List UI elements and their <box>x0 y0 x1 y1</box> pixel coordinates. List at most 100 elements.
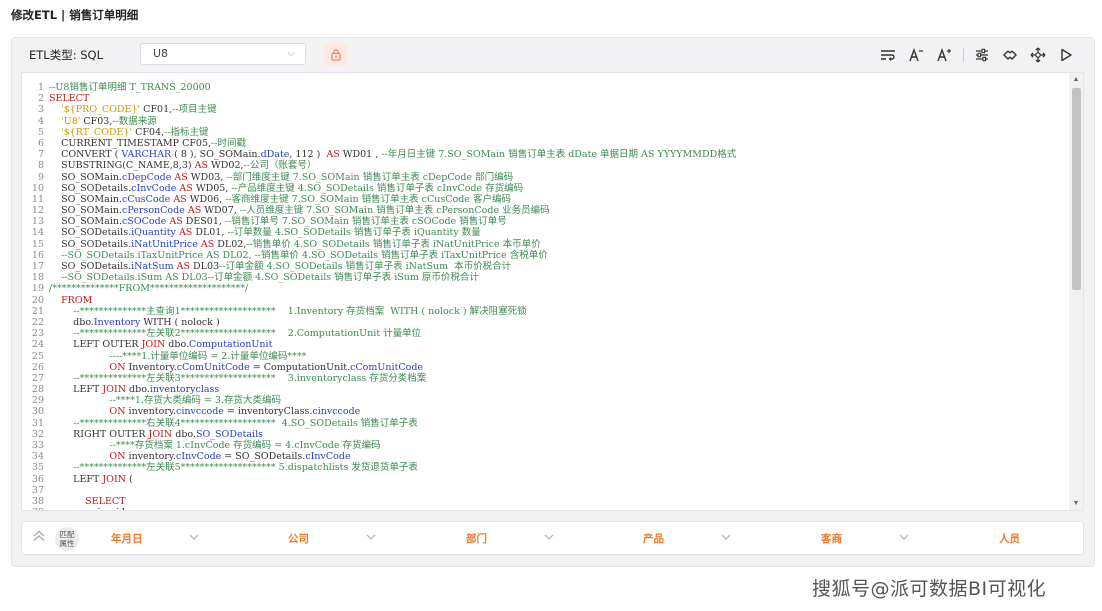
code-line[interactable]: 37 <box>22 485 1067 496</box>
code-line[interactable]: 4 'U8' CF03,--数据来源 <box>22 116 1067 127</box>
line-number: 28 <box>31 384 44 396</box>
code-line[interactable]: 30 ON inventory.cinvccode = inventoryCla… <box>22 406 1067 417</box>
code-line[interactable]: 2 SELECT <box>22 93 1067 104</box>
chevron-down-icon[interactable] <box>366 532 376 544</box>
sql-code[interactable]: 1 --U8销售订单明细 T_TRANS_20000 2 SELECT 3 '${PRO… <box>22 82 1067 510</box>
code-line[interactable]: 36 LEFT JOIN ( <box>22 474 1067 485</box>
field-2[interactable]: 部门 <box>466 522 487 556</box>
link-icon[interactable] <box>1001 46 1019 64</box>
line-number: 13 <box>31 216 44 228</box>
code-token: --指标主键 <box>164 126 209 138</box>
code-line[interactable]: 24 LEFT OUTER JOIN dbo.ComputationUnit <box>22 339 1067 350</box>
code-line[interactable]: 29 --****1.存货大类编码 = 3.存货大类编码 <box>22 395 1067 406</box>
sql-editor[interactable]: 1 --U8销售订单明细 T_TRANS_20000 2 SELECT 3 '${PRO… <box>21 72 1084 511</box>
line-number: 1 <box>37 82 44 93</box>
code-token: DL03 <box>190 261 220 272</box>
field-5[interactable]: 人员 <box>999 522 1020 556</box>
settings-icon[interactable] <box>973 46 991 64</box>
code-line[interactable]: 34 ON inventory.cInvCode = SO_SODetails.… <box>22 451 1067 462</box>
code-line[interactable]: 15 SO_SODetails.iNatUnitPrice AS DL02,--… <box>22 239 1067 250</box>
code-line[interactable]: 12 SO_SOMain.cPersonCode AS WD07, --人员维度… <box>22 205 1067 216</box>
run-icon[interactable] <box>1057 46 1075 64</box>
code-line[interactable]: 14 SO_SODetails.iQuantity AS DL01, --订单数… <box>22 227 1067 238</box>
code-line[interactable]: 11 SO_SOMain.cCusCode AS WD06, --客商维度主键 … <box>22 194 1067 205</box>
format-icon[interactable] <box>879 46 897 64</box>
code-token: --U8销售订单明细 T_TRANS_20000 <box>49 82 211 93</box>
code-token: cinvccode <box>312 406 361 418</box>
code-line[interactable]: 39 isosid, <box>22 507 1067 510</box>
code-line[interactable]: 16 --SO_SODetails.iTaxUnitPrice AS DL02,… <box>22 250 1067 261</box>
code-token: dbo. <box>172 428 196 440</box>
page-title: 修改ETL | 销售订单明细 <box>11 8 139 22</box>
field-1[interactable]: 公司 <box>288 522 309 556</box>
code-token: --公司（账套号） <box>243 160 317 172</box>
code-line[interactable]: 22 dbo.Inventory WITH ( nolock ) <box>22 317 1067 328</box>
code-token: inventoryclass <box>149 384 220 396</box>
code-line[interactable]: 26 ON Inventory.cComUnitCode = Computati… <box>22 362 1067 373</box>
field-4[interactable]: 客商 <box>821 522 842 556</box>
field-filter-bar: 匹配属性 年月日 公司 部门 产品 客商 人员 <box>21 521 1084 555</box>
move-icon[interactable] <box>1029 46 1047 64</box>
scroll-thumb[interactable] <box>1072 88 1081 290</box>
code-token: SO_SOMain. <box>49 216 122 228</box>
line-number: 10 <box>31 182 44 194</box>
code-line[interactable]: 20 FROM <box>22 295 1067 306</box>
code-line[interactable]: 19 /**************FROM*******************… <box>22 283 1067 294</box>
code-line[interactable]: 5 '${RT_CODE}' CF04,--指标主键 <box>22 127 1067 138</box>
field-0[interactable]: 年月日 <box>111 522 143 556</box>
code-line[interactable]: 33 --****存货档案 1.cInvCode 存货编码 = 4.cInvCo… <box>22 440 1067 451</box>
chevron-down-icon[interactable] <box>544 532 554 544</box>
code-token: AS <box>173 193 187 205</box>
code-line[interactable]: 35 --**************左关联5*****************… <box>22 462 1067 473</box>
chevron-down-icon: ⌵ <box>287 48 295 59</box>
code-line[interactable]: 25 ----****1.计量单位编码 = 2.计量单位编码**** <box>22 351 1067 362</box>
code-line[interactable]: 13 SO_SOMain.cSOCode AS DES01, --销售订单号 7… <box>22 216 1067 227</box>
code-line[interactable]: 17 SO_SODetails.iNatSum AS DL03--订单金额 4.… <box>22 261 1067 272</box>
collapse-up-icon[interactable] <box>32 530 46 545</box>
code-line[interactable]: 21 --**************主查询1*****************… <box>22 306 1067 317</box>
font-increase-icon[interactable] <box>935 46 953 64</box>
code-token: DES01, <box>182 216 225 228</box>
code-token: cPersonCode <box>122 205 185 217</box>
code-line[interactable]: 9 SO_SOMain.cDepCode AS WD03, --部门维度主键 7… <box>22 172 1067 183</box>
match-attributes-button[interactable]: 匹配属性 <box>55 527 79 551</box>
field-3[interactable]: 产品 <box>643 522 664 556</box>
code-token: cInvCode <box>131 182 177 194</box>
code-line[interactable]: 23 --**************左关联2*****************… <box>22 328 1067 339</box>
chevron-down-icon[interactable] <box>189 532 199 544</box>
code-line[interactable]: 10 SO_SODetails.cInvCode AS WD05, --产品维度… <box>22 183 1067 194</box>
scroll-down-icon[interactable]: ▼ <box>1072 500 1080 507</box>
editor-scrollbar[interactable]: ▲ ▼ <box>1069 73 1083 510</box>
code-line[interactable]: 27 --**************左关联3*****************… <box>22 373 1067 384</box>
code-token: AS <box>187 205 202 217</box>
lock-button[interactable] <box>324 43 347 66</box>
chevron-down-icon[interactable] <box>721 532 731 544</box>
code-line[interactable]: 6 CURRENT_TIMESTAMP CF05,--时间戳 <box>22 138 1067 149</box>
line-number: 31 <box>31 417 44 429</box>
source-select[interactable]: U8 ⌵ <box>140 43 306 65</box>
code-token: inventory. <box>125 451 177 463</box>
code-line[interactable]: 3 '${PRO_CODE}' CF01,--项目主键 <box>22 104 1067 115</box>
code-token: Inventory <box>93 316 141 328</box>
code-token: iNatSum <box>131 261 174 272</box>
code-line[interactable]: 18 --SO_SODetails.iSum AS DL03--订单金额 4.S… <box>22 272 1067 283</box>
code-line[interactable]: 7 CONVERT ( VARCHAR ( 8 ), SO_SOMain.dDa… <box>22 149 1067 160</box>
code-line[interactable]: 32 RIGHT OUTER JOIN dbo.SO_SODetails <box>22 429 1067 440</box>
line-number: 2 <box>37 93 44 105</box>
code-token: ON <box>109 406 126 418</box>
chevron-down-icon[interactable] <box>899 532 909 544</box>
code-token: SO_SODetails. <box>49 227 132 239</box>
code-line[interactable]: 28 LEFT JOIN dbo.inventoryclass <box>22 384 1067 395</box>
font-decrease-icon[interactable] <box>907 46 925 64</box>
line-number: 29 <box>31 395 44 407</box>
code-line[interactable]: 38 SELECT <box>22 496 1067 507</box>
code-line[interactable]: 8 SUBSTRING(C_NAME,8,3) AS WD02,--公司（账套号… <box>22 160 1067 171</box>
code-token: --**************左关联2********************… <box>73 328 422 340</box>
scroll-up-icon[interactable]: ▲ <box>1072 76 1080 83</box>
code-line[interactable]: 1 --U8销售订单明细 T_TRANS_20000 <box>22 82 1067 93</box>
code-line[interactable]: 31 --**************右关联4*****************… <box>22 418 1067 429</box>
